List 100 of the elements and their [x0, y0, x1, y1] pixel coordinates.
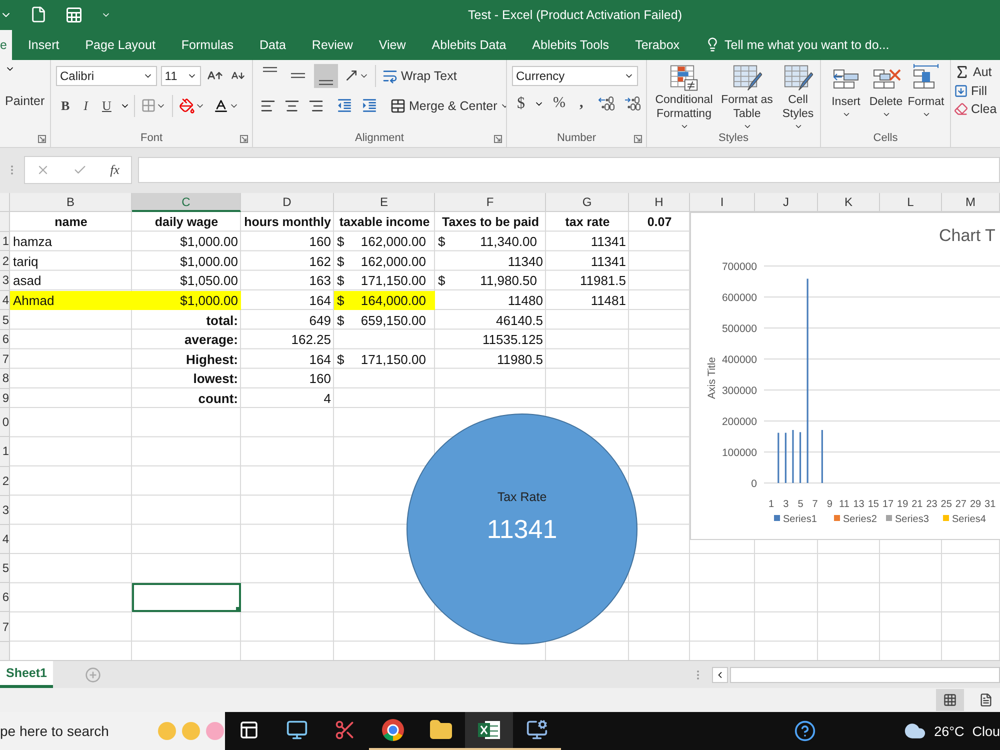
table-cell[interactable]: 160 — [241, 368, 334, 389]
column-header[interactable]: C — [132, 193, 241, 212]
ribbon-tab[interactable]: Formulas — [168, 30, 247, 60]
tell-me-field[interactable]: Tell me what you want to do... — [724, 38, 890, 52]
column-header[interactable]: F — [435, 193, 546, 212]
scroll-left-button[interactable] — [712, 666, 728, 683]
selected-cell[interactable] — [132, 583, 241, 612]
table-cell[interactable]: 162 — [241, 251, 334, 272]
table-cell[interactable]: total: — [132, 310, 241, 330]
table-cell[interactable]: 11481 — [546, 290, 629, 310]
ribbon-tab[interactable]: Page Layout — [72, 30, 168, 60]
table-cell[interactable]: 162.25 — [241, 330, 334, 350]
spreadsheet-icon[interactable] — [65, 6, 83, 24]
fill-button[interactable]: Fill — [952, 82, 1000, 100]
table-cell[interactable]: $ 162,000.00 — [334, 232, 435, 252]
table-cell[interactable]: $1,050.00 — [132, 271, 241, 291]
help-icon[interactable] — [794, 720, 816, 742]
column-header[interactable]: J — [755, 193, 818, 212]
row-header[interactable]: 3 — [0, 271, 10, 291]
styles-button[interactable]: Cell Styles — [778, 64, 818, 132]
table-cell[interactable]: 11480 — [435, 290, 546, 310]
underline-button[interactable]: U — [97, 96, 116, 116]
dialog-launcher-icon[interactable] — [38, 135, 46, 144]
table-cell[interactable]: 164 — [241, 349, 334, 369]
table-cell[interactable]: 46140.5 — [435, 310, 546, 330]
table-cell[interactable]: $ 162,000.00 — [334, 251, 435, 272]
ribbon-tab[interactable]: e — [0, 30, 12, 60]
table-cell[interactable]: 11341 — [546, 251, 629, 272]
column-header[interactable]: E — [334, 193, 435, 212]
table-cell[interactable]: $ 659,150.00 — [334, 310, 435, 330]
row-header[interactable]: 1 — [0, 437, 10, 467]
table-cell[interactable]: asad — [10, 271, 132, 291]
font-name-field[interactable]: Calibri — [56, 66, 157, 86]
table-cell[interactable]: $ 164,000.00 — [334, 290, 435, 310]
taskbar-search-field[interactable]: pe here to search — [0, 712, 225, 750]
table-cell[interactable]: 0.07 — [629, 212, 690, 232]
table-cell[interactable]: taxable income — [334, 212, 435, 232]
row-header[interactable]: 6 — [0, 330, 10, 350]
cells-button[interactable]: Insert — [826, 64, 866, 132]
wrap-text-button[interactable]: Wrap Text — [380, 66, 459, 86]
clear-button[interactable]: Clea — [952, 100, 1000, 118]
table-cell[interactable]: $1,000.00 — [132, 251, 241, 272]
new-file-icon[interactable] — [30, 6, 47, 24]
styles-button[interactable]: Format as Table — [718, 64, 776, 132]
currency-button[interactable]: $ — [512, 92, 530, 115]
styles-button[interactable]: Conditional Formatting — [652, 64, 716, 132]
font-size-field[interactable]: 11 — [160, 66, 201, 86]
number-format-field[interactable]: Currency — [512, 66, 638, 86]
comma-button[interactable]: , — [574, 93, 588, 114]
table-cell[interactable]: 4 — [241, 388, 334, 408]
normal-view-button[interactable] — [936, 689, 964, 712]
merge-center-button[interactable]: Merge & Center — [388, 96, 506, 116]
row-header[interactable]: 0 — [0, 408, 10, 438]
row-header[interactable]: 9 — [0, 388, 10, 408]
dialog-launcher-icon[interactable] — [240, 135, 248, 144]
table-cell[interactable]: $ 171,150.00 — [334, 271, 435, 291]
table-cell[interactable]: count: — [132, 388, 241, 408]
percent-button[interactable]: % — [548, 93, 570, 114]
table-cell[interactable]: $ 171,150.00 — [334, 349, 435, 369]
ribbon-tab[interactable]: Review — [298, 30, 366, 60]
row-header[interactable]: 6 — [0, 583, 10, 612]
table-cell[interactable]: daily wage — [132, 212, 241, 232]
ribbon-tab[interactable]: Terabox — [622, 30, 693, 60]
dialog-launcher-icon[interactable] — [634, 135, 642, 144]
row-header[interactable]: 1 — [0, 232, 10, 252]
cells-button[interactable]: Delete — [866, 64, 906, 132]
sheet-tab[interactable]: Sheet1 — [0, 661, 53, 688]
ribbon-tab[interactable]: Ablebits Tools — [519, 30, 622, 60]
table-cell[interactable]: $ 11,980.50 — [435, 271, 546, 291]
table-cell[interactable]: 164 — [241, 290, 334, 310]
row-header[interactable]: 2 — [0, 466, 10, 496]
bold-button[interactable]: B — [56, 96, 75, 116]
table-cell[interactable]: 11980.5 — [435, 349, 546, 369]
column-header[interactable]: G — [546, 193, 629, 212]
column-header[interactable]: I — [690, 193, 755, 212]
column-header[interactable]: B — [10, 193, 132, 212]
table-cell[interactable]: Ahmad — [10, 290, 132, 310]
table-cell[interactable]: 649 — [241, 310, 334, 330]
row-header[interactable]: 2 — [0, 251, 10, 272]
formula-input-field[interactable] — [138, 156, 1000, 183]
table-cell[interactable]: 11341 — [546, 232, 629, 252]
table-cell[interactable]: Taxes to be paid — [435, 212, 546, 232]
format-painter-button[interactable]: Painter — [5, 92, 45, 110]
ribbon-tab[interactable]: Data — [246, 30, 299, 60]
taskbar-app[interactable] — [465, 712, 513, 750]
ribbon-tab[interactable]: View — [366, 30, 419, 60]
row-header[interactable]: 5 — [0, 554, 10, 584]
column-header[interactable]: H — [629, 193, 690, 212]
row-header[interactable]: 7 — [0, 349, 10, 369]
table-cell[interactable]: hamza — [10, 232, 132, 252]
column-header[interactable]: D — [241, 193, 334, 212]
table-cell[interactable]: $1,000.00 — [132, 232, 241, 252]
table-cell[interactable]: hours monthly — [241, 212, 334, 232]
row-header[interactable]: 5 — [0, 310, 10, 330]
autosum-button[interactable]: Aut — [952, 62, 1000, 82]
table-cell[interactable]: 11535.125 — [435, 330, 546, 350]
table-cell[interactable]: $1,000.00 — [132, 290, 241, 310]
table-cell[interactable]: 163 — [241, 271, 334, 291]
ribbon-tab[interactable]: Ablebits Data — [418, 30, 520, 60]
dialog-launcher-icon[interactable] — [494, 135, 502, 144]
